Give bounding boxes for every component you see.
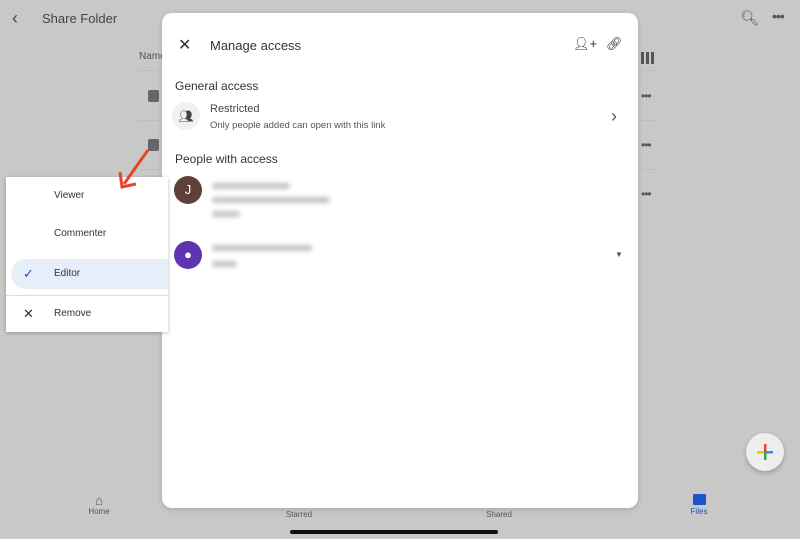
menu-item-remove[interactable]: ✕ Remove [6,299,168,329]
avatar: J [174,176,202,204]
more-icon[interactable]: ••• [772,8,785,24]
menu-label: Editor [54,268,81,279]
manage-access-dialog: ✕ Manage access 👤︎+ 🔗︎ General access 👥︎… [162,13,638,508]
add-person-icon[interactable]: 👤︎+ [573,36,597,52]
access-level[interactable]: Restricted [210,103,260,115]
doc-icon [148,90,159,102]
annotation-arrow [118,149,150,189]
back-icon[interactable]: ‹ [12,8,18,29]
nav-files[interactable]: Files [659,493,739,516]
chevron-right-icon[interactable]: › [611,106,617,127]
close-icon[interactable]: ✕ [178,35,191,55]
row-more-icon[interactable]: ••• [641,89,652,103]
page-title: Share Folder [42,11,118,26]
nav-label: Files [690,507,708,516]
search-icon[interactable]: 🔍︎ [740,9,759,27]
menu-label: Remove [54,308,92,319]
menu-item-commenter[interactable]: Commenter [6,219,168,249]
avatar-default-icon: ● [174,241,202,269]
blurred-role [212,261,237,267]
divider [6,295,168,296]
nav-starred[interactable]: Starred [259,510,339,519]
access-description: Only people added can open with this lin… [210,120,386,131]
people-icon: 👥︎ [172,102,200,130]
blurred-email [212,197,330,203]
home-indicator [290,530,498,534]
new-button[interactable] [746,433,784,471]
menu-label: Commenter [54,228,107,239]
dialog-title: Manage access [210,38,302,53]
nav-home[interactable]: ⌂ Home [59,493,139,516]
nav-label: Home [88,507,110,516]
nav-label: Starred [285,510,313,519]
blurred-email [212,245,312,251]
nav-label: Shared [486,510,512,519]
check-icon: ✓ [23,266,34,281]
general-access-heading: General access [175,79,259,93]
row-more-icon[interactable]: ••• [641,138,652,152]
blurred-role [212,211,240,217]
close-icon: ✕ [23,306,34,321]
menu-item-editor[interactable]: ✓ Editor [11,259,168,289]
grid-view-icon[interactable] [641,52,654,64]
folder-icon [659,493,739,507]
row-more-icon[interactable]: ••• [641,187,652,201]
blurred-name [212,183,290,189]
dropdown-icon[interactable]: ▼ [615,250,623,259]
people-heading: People with access [175,152,278,166]
menu-label: Viewer [54,190,85,201]
role-menu: Viewer Commenter ✓ Editor ✕ Remove [6,177,168,332]
link-icon[interactable]: 🔗︎ [606,36,623,52]
plus-icon [757,444,773,460]
home-icon: ⌂ [95,493,103,508]
nav-shared[interactable]: Shared [459,510,539,519]
